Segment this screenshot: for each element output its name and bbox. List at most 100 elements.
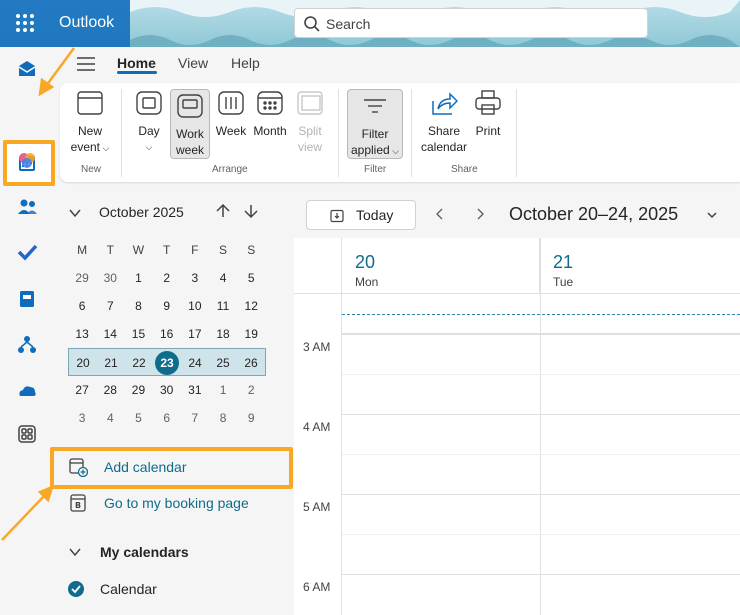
org-app-icon[interactable] (9, 327, 45, 363)
date-range-title[interactable]: October 20–24, 2025 (509, 204, 678, 225)
split-view-button[interactable]: Split view (294, 89, 326, 155)
mini-calendar-day[interactable]: 4 (96, 404, 124, 432)
mini-calendar-day[interactable]: 11 (209, 292, 237, 320)
filter-button[interactable]: Filter applied ⌵ (347, 89, 403, 159)
hamburger-menu-icon[interactable] (76, 55, 96, 73)
weekday-header: F (191, 243, 199, 257)
today-marker: 23 (155, 351, 179, 375)
work-week-view-button[interactable]: Work week (170, 89, 210, 159)
checked-circle-icon[interactable] (68, 581, 84, 597)
mini-calendar-day[interactable]: 9 (153, 292, 181, 320)
week-label: Week (215, 124, 247, 138)
mini-calendar-day[interactable]: 9 (237, 404, 265, 432)
mini-calendar-day[interactable]: 16 (153, 320, 181, 348)
copilot-app-icon[interactable] (9, 142, 45, 178)
mini-calendar-day[interactable]: 13 (68, 320, 96, 348)
day-column-header[interactable]: 21 Tue (540, 238, 740, 294)
calendar-main: Today October 20–24, 2025 20 Mon 21 Tue … (294, 190, 740, 615)
mini-calendar-day[interactable]: 22 (125, 349, 153, 377)
mini-calendar-day[interactable]: 5 (237, 264, 265, 292)
mini-calendar-day[interactable]: 30 (96, 264, 124, 292)
weekday-header: W (132, 243, 145, 257)
next-month-icon[interactable] (242, 202, 260, 220)
mini-calendar-day[interactable]: 29 (124, 376, 152, 404)
mini-calendar-day[interactable]: 19 (237, 320, 265, 348)
more-apps-icon[interactable] (9, 416, 45, 452)
mini-calendar-day[interactable]: 14 (96, 320, 124, 348)
mini-calendar-day[interactable]: 26 (237, 349, 265, 377)
print-label: Print (475, 124, 501, 138)
month-view-button[interactable]: Month (253, 89, 287, 139)
tab-help[interactable]: Help (231, 55, 260, 71)
mail-app-icon[interactable] (9, 51, 45, 87)
today-button[interactable]: Today (306, 200, 416, 230)
mini-calendar-day[interactable]: 30 (153, 376, 181, 404)
new-event-button[interactable]: New event ⌵ (70, 89, 110, 156)
chevron-down-icon[interactable] (706, 210, 718, 220)
mini-calendar-day[interactable]: 8 (209, 404, 237, 432)
mini-calendar-day[interactable]: 2 (153, 264, 181, 292)
my-calendars-collapse-icon[interactable] (68, 545, 82, 559)
calendar-list-item[interactable]: Calendar (68, 579, 268, 601)
print-button[interactable]: Print (472, 89, 504, 139)
mini-calendar-day[interactable]: 25 (209, 349, 237, 377)
mini-calendar-day[interactable]: 10 (181, 292, 209, 320)
mini-calendar-day[interactable]: 3 (68, 404, 96, 432)
mini-calendar-day[interactable]: 31 (181, 376, 209, 404)
tab-home[interactable]: Home (117, 55, 156, 71)
mini-calendar-day[interactable]: 1 (124, 264, 152, 292)
my-calendars-title[interactable]: My calendars (100, 544, 189, 560)
next-week-icon[interactable] (472, 206, 488, 222)
app-title: Outlook (59, 14, 115, 31)
mini-calendar-day[interactable]: 5 (124, 404, 152, 432)
app-launcher-icon[interactable] (14, 12, 36, 34)
share-calendar-label-1: Share (427, 124, 461, 138)
mini-calendar-day[interactable]: 6 (68, 292, 96, 320)
all-day-row[interactable] (342, 294, 740, 334)
people-app-icon[interactable] (9, 189, 45, 225)
mini-calendar-day[interactable]: 4 (209, 264, 237, 292)
mini-calendar-month[interactable]: October 2025 (99, 204, 184, 220)
mini-calendar-today[interactable]: 23 (153, 349, 181, 377)
collapse-chevron-icon[interactable] (68, 206, 82, 220)
mini-calendar-day[interactable]: 21 (97, 349, 125, 377)
previous-week-icon[interactable] (432, 206, 448, 222)
filter-label-1: Filter (361, 127, 389, 141)
weekday-header-row: MTWTFSS (68, 236, 266, 264)
onedrive-app-icon[interactable] (9, 373, 45, 409)
mini-calendar-day[interactable]: 7 (96, 292, 124, 320)
mini-calendar-day[interactable]: 28 (96, 376, 124, 404)
day-column-header[interactable]: 20 Mon (342, 238, 540, 294)
mini-calendar-day[interactable]: 7 (181, 404, 209, 432)
mini-calendar-day[interactable]: 20 (69, 349, 97, 377)
previous-month-icon[interactable] (214, 202, 232, 220)
mini-calendar-day[interactable]: 24 (181, 349, 209, 377)
calendar-item-label: Calendar (100, 581, 157, 597)
search-box[interactable]: Search (294, 8, 648, 38)
week-row: 29 30 1 2 3 4 5 (68, 264, 266, 292)
mini-calendar-day[interactable]: 2 (237, 376, 265, 404)
tab-view[interactable]: View (178, 55, 208, 71)
todo-app-icon[interactable] (9, 234, 45, 270)
notes-app-icon[interactable] (9, 281, 45, 317)
mini-calendar-day[interactable]: 29 (68, 264, 96, 292)
hour-label: 5 AM (303, 500, 331, 514)
hour-line (342, 574, 740, 575)
weekday-header: T (106, 243, 114, 257)
share-calendar-label-2: calendar (420, 140, 468, 154)
hour-label: 3 AM (303, 340, 331, 354)
mini-calendar-day[interactable]: 1 (209, 376, 237, 404)
mini-calendar-day[interactable]: 15 (124, 320, 152, 348)
share-calendar-button[interactable]: Share calendar (420, 89, 468, 155)
mini-calendar-day[interactable]: 18 (209, 320, 237, 348)
mini-calendar-day[interactable]: 17 (181, 320, 209, 348)
mini-calendar-day[interactable]: 12 (237, 292, 265, 320)
mini-calendar-day[interactable]: 3 (181, 264, 209, 292)
mini-calendar-day[interactable]: 6 (153, 404, 181, 432)
day-view-button[interactable]: Day ⌵ (134, 89, 164, 155)
week-view-button[interactable]: Week (214, 89, 248, 139)
week-row: 27 28 29 30 31 1 2 (68, 376, 266, 404)
hour-label: 4 AM (303, 420, 331, 434)
mini-calendar-day[interactable]: 8 (124, 292, 152, 320)
mini-calendar-day[interactable]: 27 (68, 376, 96, 404)
